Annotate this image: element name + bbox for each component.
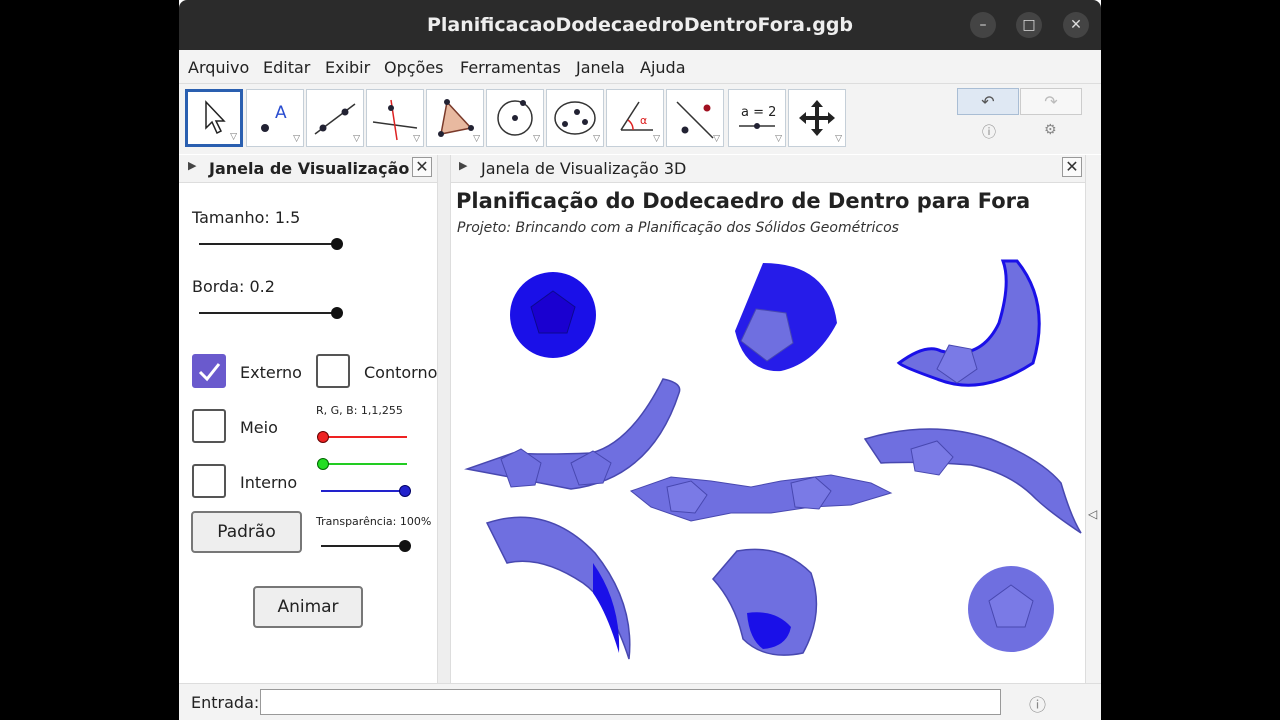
menu-ajuda[interactable]: Ajuda [640,58,686,77]
menu-janela[interactable]: Janela [576,58,625,77]
opening-net-4 [863,428,1082,534]
opening-net-3 [464,378,681,490]
dropdown-triangle-icon: ▽ [713,134,720,144]
point-tool-button[interactable]: A ▽ [246,89,304,147]
right-collapse-strip: ◁ [1085,155,1101,683]
green-slider-handle[interactable] [317,458,329,470]
externo-label: Externo [240,363,302,382]
close-3d-panel-button[interactable]: ✕ [1062,157,1082,177]
undo-button[interactable]: ↶ [957,88,1019,115]
3d-panel-header: ▶ Janela de Visualização 3D ✕ [451,155,1085,183]
3d-panel-title: Janela de Visualização 3D [481,159,687,178]
menu-ferramentas[interactable]: Ferramentas [460,58,561,77]
borda-label: Borda: 0.2 [192,277,275,296]
checkmark-icon [198,363,221,382]
angle-tool-button[interactable]: α ▽ [606,89,664,147]
menu-editar[interactable]: Editar [263,58,310,77]
dropdown-triangle-icon: ▽ [293,134,300,144]
menu-arquivo[interactable]: Arquivo [188,58,249,77]
animar-button[interactable]: Animar [253,586,363,628]
window-title: PlanificacaoDodecaedroDentroFora.ggb [426,14,854,36]
collapse-arrow-icon[interactable]: ◁ [1088,507,1097,521]
minimize-button[interactable]: – [970,12,996,38]
perpendicular-tool-button[interactable]: ▽ [366,89,424,147]
expand-triangle-icon[interactable]: ▶ [188,159,196,172]
rgb-sliders[interactable] [315,427,415,497]
redo-button[interactable]: ↷ [1020,88,1082,115]
maximize-button[interactable]: □ [1016,12,1042,38]
menu-exibir[interactable]: Exibir [325,58,370,77]
meio-label: Meio [240,418,278,437]
dropdown-triangle-icon: ▽ [775,134,782,144]
rgb-label: R, G, B: 1,1,255 [316,404,403,417]
menu-bar: Arquivo Editar Exibir Opções Ferramentas… [179,50,1101,84]
line-tool-button[interactable]: ▽ [306,89,364,147]
undo-icon: ↶ [981,92,995,111]
help-icon[interactable]: ⓘ [982,122,996,142]
interno-checkbox[interactable] [192,464,226,498]
tamanho-label: Tamanho: 1.5 [192,208,301,227]
contorno-label: Contorno [364,363,438,382]
dropdown-triangle-icon: ▽ [353,134,360,144]
dropdown-triangle-icon: ▽ [593,134,600,144]
dropdown-triangle-icon: ▽ [835,134,842,144]
redo-icon: ↷ [1044,92,1058,111]
padrao-button[interactable]: Padrão [191,511,302,553]
3d-graphics-view[interactable]: Planificação do Dodecaedro de Dentro par… [451,183,1085,683]
gear-icon[interactable]: ⚙ [1044,122,1057,138]
graphics-panel-header: ▶ Janela de Visualização ✕ [179,155,437,183]
move-tool-button[interactable]: ▽ [185,89,243,147]
dropdown-triangle-icon: ▽ [653,134,660,144]
slider-tool-button[interactable]: a = 2 ▽ [728,89,786,147]
meio-checkbox[interactable] [192,409,226,443]
transparency-slider[interactable] [319,537,419,557]
slider-handle[interactable] [399,540,411,552]
folding-net-5 [485,516,631,660]
red-slider-handle[interactable] [317,431,329,443]
dodecahedron-nets-canvas [464,259,1082,660]
contorno-checkbox[interactable] [316,354,350,388]
slider-handle[interactable] [331,238,343,250]
input-help-icon[interactable]: ⓘ [1029,691,1046,716]
dropdown-triangle-icon: ▽ [533,134,540,144]
folding-net-6 [711,548,818,656]
dropdown-triangle-icon: ▽ [413,134,420,144]
closed-dodecahedron-dark [510,272,596,358]
folding-net-2 [896,259,1041,387]
close-panel-button[interactable]: ✕ [412,157,432,177]
menu-opcoes[interactable]: Opções [384,58,444,77]
entrada-input[interactable] [260,689,1001,715]
move-graphics-tool-button[interactable]: ▽ [788,89,846,147]
geogebra-window: PlanificacaoDodecaedroDentroFora.ggb – □… [179,0,1101,720]
tamanho-slider[interactable] [197,235,347,255]
folding-net-1 [735,263,837,372]
graphics-panel-title: Janela de Visualização [209,159,410,178]
interno-label: Interno [240,473,298,492]
flat-net-center [629,474,893,522]
dropdown-triangle-icon: ▽ [230,132,237,142]
transparency-label: Transparência: 100% [316,515,432,528]
entrada-label: Entrada: [191,693,260,712]
input-bar: Entrada: ⓘ [179,683,1101,720]
externo-checkbox[interactable] [192,354,226,388]
circle-tool-button[interactable]: ▽ [486,89,544,147]
left-graphics-view: Tamanho: 1.5 Borda: 0.2 Externo Contorno… [179,183,437,683]
slider-handle[interactable] [331,307,343,319]
blue-slider-handle[interactable] [399,485,411,497]
polygon-tool-button[interactable]: ▽ [426,89,484,147]
expand-triangle-icon[interactable]: ▶ [459,159,467,172]
borda-slider[interactable] [197,304,347,324]
close-window-button[interactable]: ✕ [1063,12,1089,38]
slider-icon-label: a = 2 [741,105,776,120]
title-bar: PlanificacaoDodecaedroDentroFora.ggb – □… [179,0,1101,50]
conic-tool-button[interactable]: ▽ [546,89,604,147]
panel-divider[interactable] [437,155,451,683]
svg-text:A: A [275,103,287,123]
alpha-symbol: α [640,114,647,127]
closed-dodecahedron-light [968,566,1054,652]
dropdown-triangle-icon: ▽ [473,134,480,144]
reflect-tool-button[interactable]: ▽ [666,89,724,147]
